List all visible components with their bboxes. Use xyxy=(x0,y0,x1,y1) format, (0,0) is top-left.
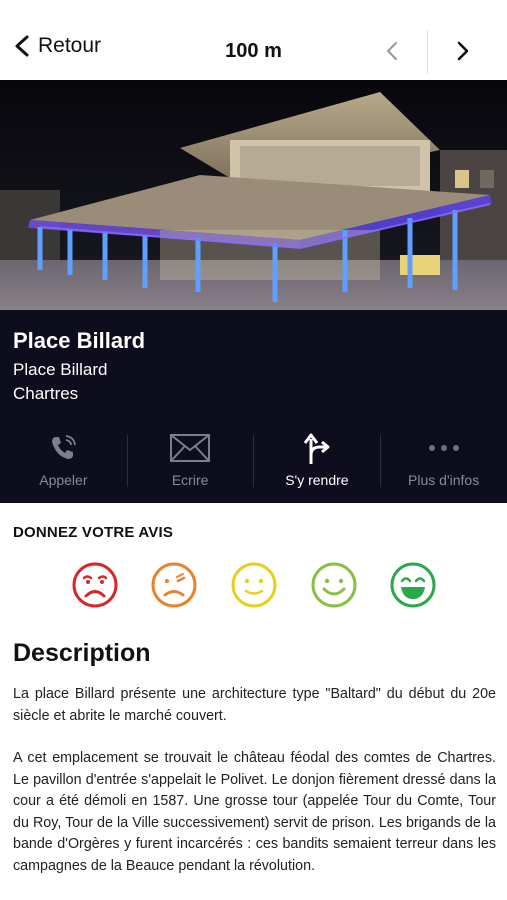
place-info-panel: Place Billard Place Billard Chartres App… xyxy=(0,310,507,503)
action-divider xyxy=(127,435,128,487)
place-photo xyxy=(0,80,507,310)
previous-arrow-icon[interactable] xyxy=(384,40,400,62)
description-paragraph-2: A cet emplacement se trouvait le château… xyxy=(13,750,496,874)
phone-icon xyxy=(0,430,127,466)
envelope-icon xyxy=(127,430,254,466)
action-divider xyxy=(380,435,381,487)
nav-divider xyxy=(427,30,428,74)
more-info-button[interactable]: Plus d'infos xyxy=(380,422,507,502)
more-icon xyxy=(380,430,507,466)
call-label: Appeler xyxy=(39,472,88,488)
directions-icon xyxy=(254,430,381,466)
directions-label: S'y rendre xyxy=(285,472,349,488)
next-arrow-icon[interactable] xyxy=(455,40,471,62)
distance-label: 100 m xyxy=(225,40,282,62)
call-button[interactable]: Appeler xyxy=(0,422,127,502)
more-info-label: Plus d'infos xyxy=(408,472,480,488)
top-bar: Retour 100 m xyxy=(0,0,507,80)
description-title: Description xyxy=(13,639,151,667)
rating-faces xyxy=(0,561,507,611)
very-happy-face-icon[interactable] xyxy=(389,561,437,609)
action-divider xyxy=(253,435,254,487)
address-line-1: Place Billard xyxy=(13,360,108,379)
unhappy-face-icon[interactable] xyxy=(150,561,198,609)
very-unhappy-face-icon[interactable] xyxy=(71,561,119,609)
write-button[interactable]: Ecrire xyxy=(127,422,254,502)
neutral-face-icon[interactable] xyxy=(230,561,278,609)
directions-button[interactable]: S'y rendre xyxy=(254,422,381,502)
write-label: Ecrire xyxy=(171,472,209,488)
rating-title: DONNEZ VOTRE AVIS xyxy=(13,524,174,541)
description-paragraph-1: La place Billard présente une architectu… xyxy=(13,686,496,724)
place-title: Place Billard xyxy=(13,328,146,353)
address-line-2: Chartres xyxy=(13,384,79,403)
happy-face-icon[interactable] xyxy=(310,561,358,609)
